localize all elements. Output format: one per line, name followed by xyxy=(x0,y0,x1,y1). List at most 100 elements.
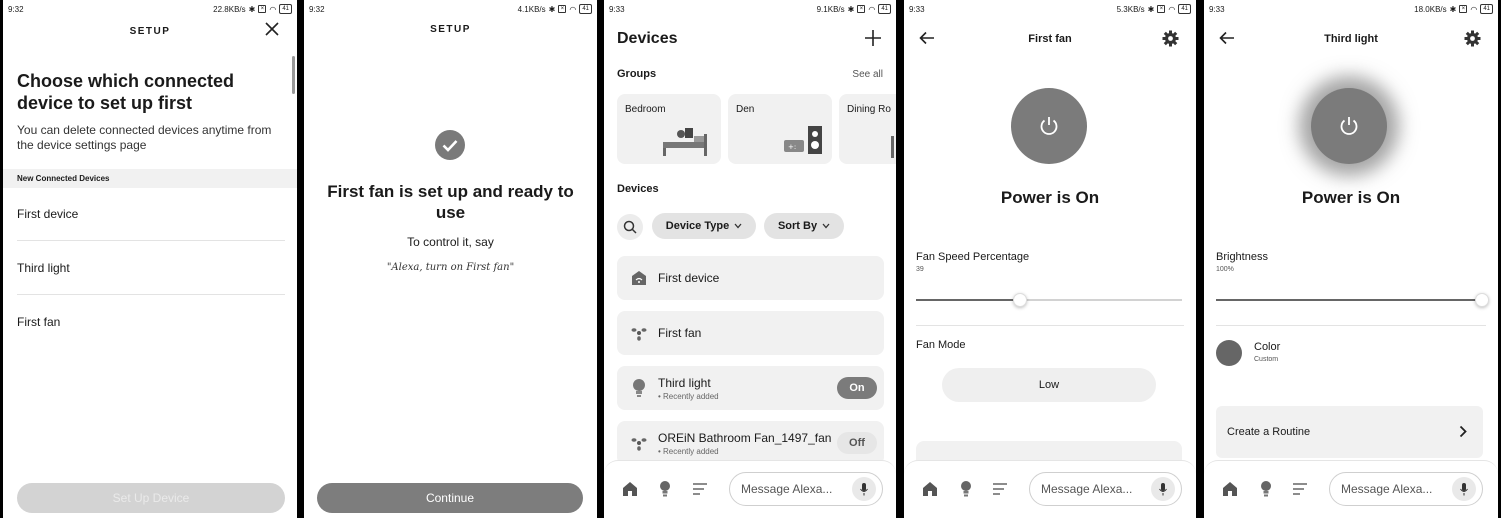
devices-bulb-icon[interactable] xyxy=(960,480,972,503)
group-label: Den xyxy=(736,104,755,115)
power-button[interactable] xyxy=(1011,88,1087,164)
sim-icon: × xyxy=(1157,5,1166,13)
wifi-icon: ◠ xyxy=(269,4,277,14)
power-status: Power is On xyxy=(1000,188,1100,207)
device-off-toggle[interactable]: Off xyxy=(837,432,877,454)
fan-speed-label: Fan Speed Percentage xyxy=(916,251,1030,263)
create-routine-label: Create a Routine xyxy=(1227,426,1311,438)
microphone-icon[interactable] xyxy=(852,477,876,501)
power-button[interactable] xyxy=(1311,88,1387,164)
battery-icon: 41 xyxy=(579,4,592,14)
device-on-toggle[interactable]: On xyxy=(837,377,877,399)
setup-choose-device-screen: 9:32 22.8KB/s ✱ × ◠ 41 SETUP Choose whic… xyxy=(3,0,297,518)
home-icon[interactable] xyxy=(922,481,938,502)
device-row-third-light[interactable]: Third light • Recently added On xyxy=(617,366,884,410)
device-option-first-device[interactable]: First device xyxy=(17,207,78,221)
scrollbar[interactable] xyxy=(292,56,295,94)
alexa-bottom-bar: Message Alexa... xyxy=(1204,460,1498,518)
wifi-icon: ◠ xyxy=(868,4,876,14)
microphone-icon[interactable] xyxy=(1452,477,1476,501)
chevron-down-icon xyxy=(734,223,742,229)
wifi-icon: ◠ xyxy=(1168,4,1176,14)
color-label[interactable]: Color xyxy=(1254,341,1280,353)
message-alexa-input[interactable]: Message Alexa... xyxy=(729,472,883,506)
first-fan-detail-screen: 9:33 5.3KB/s ✱ × ◠ 41 First fan Power is… xyxy=(904,0,1196,518)
setup-complete-screen: 9:32 4.1KB/s ✱ × ◠ 41 SETUP First fan is… xyxy=(304,0,597,518)
network-speed: 18.0KB/s xyxy=(1414,4,1447,14)
brightness-label: Brightness xyxy=(1216,251,1268,263)
device-row-first-fan[interactable]: First fan xyxy=(617,311,884,355)
device-name: First fan xyxy=(658,326,702,340)
device-status: • Recently added xyxy=(658,392,719,401)
message-alexa-input[interactable]: Message Alexa... xyxy=(1329,472,1483,506)
add-icon[interactable] xyxy=(864,29,882,52)
menu-icon[interactable] xyxy=(992,482,1008,500)
group-label: Dining Ro xyxy=(847,104,891,115)
microphone-icon[interactable] xyxy=(1151,477,1175,501)
close-icon[interactable] xyxy=(263,20,281,43)
chevron-right-icon xyxy=(1459,425,1467,443)
svg-text:+:: +: xyxy=(788,143,796,151)
set-up-device-button[interactable]: Set Up Device xyxy=(17,483,285,513)
page-title: Third light xyxy=(1324,33,1378,45)
devices-bulb-icon[interactable] xyxy=(659,480,671,503)
status-time: 9:32 xyxy=(8,4,24,14)
color-swatch[interactable] xyxy=(1216,340,1242,366)
power-icon xyxy=(1040,117,1058,135)
device-type-filter[interactable]: Device Type xyxy=(652,213,756,239)
menu-icon[interactable] xyxy=(1292,482,1308,500)
gear-icon[interactable] xyxy=(1464,30,1481,52)
gear-icon[interactable] xyxy=(1162,30,1179,52)
home-icon[interactable] xyxy=(622,481,638,502)
wifi-icon: ◠ xyxy=(1470,4,1478,14)
sim-icon: × xyxy=(558,5,567,13)
setup-header: SETUP xyxy=(129,26,171,37)
fan-mode-selector[interactable]: Low xyxy=(942,368,1156,402)
message-placeholder: Message Alexa... xyxy=(1041,482,1133,496)
bluetooth-icon: ✱ xyxy=(847,4,855,14)
section-label: New Connected Devices xyxy=(17,174,110,183)
alexa-bottom-bar: Message Alexa... xyxy=(604,460,896,518)
status-bar: 9:33 9.1KB/s ✱ × ◠ 41 xyxy=(604,0,896,18)
smart-home-icon xyxy=(631,270,647,291)
battery-icon: 41 xyxy=(279,4,292,14)
brightness-slider[interactable] xyxy=(1475,293,1489,307)
bluetooth-icon: ✱ xyxy=(1449,4,1457,14)
status-time: 9:33 xyxy=(1209,4,1225,14)
battery-icon: 41 xyxy=(1178,4,1191,14)
status-time: 9:32 xyxy=(309,4,325,14)
group-card-dining-room[interactable]: Dining Ro xyxy=(839,94,896,164)
group-card-den[interactable]: Den +: xyxy=(728,94,832,164)
filter-label: Sort By xyxy=(777,220,818,232)
device-name: OREiN Bathroom Fan_1497_fan xyxy=(658,431,832,445)
message-alexa-input[interactable]: Message Alexa... xyxy=(1029,472,1182,506)
network-speed: 5.3KB/s xyxy=(1116,4,1145,14)
device-option-third-light[interactable]: Third light xyxy=(17,261,70,275)
check-circle-icon xyxy=(435,130,465,165)
search-icon[interactable] xyxy=(617,214,643,240)
create-routine-row[interactable]: Create a Routine xyxy=(1216,406,1483,458)
groups-label: Groups xyxy=(617,68,657,80)
menu-icon[interactable] xyxy=(692,482,708,500)
device-row-orein-bathroom-fan[interactable]: OREiN Bathroom Fan_1497_fan • Recently a… xyxy=(617,421,884,465)
see-all-link[interactable]: See all xyxy=(852,69,883,80)
brightness-value: 100% xyxy=(1216,266,1234,273)
home-icon[interactable] xyxy=(1222,481,1238,502)
device-option-first-fan[interactable]: First fan xyxy=(17,315,60,329)
page-title: Choose which connected device to set up … xyxy=(17,71,235,113)
instruction-text: To control it, say xyxy=(407,235,494,249)
status-bar: 9:33 18.0KB/s ✱ × ◠ 41 xyxy=(1204,0,1498,18)
bluetooth-icon: ✱ xyxy=(248,4,256,14)
network-speed: 22.8KB/s xyxy=(213,4,246,14)
setup-header: SETUP xyxy=(430,24,471,35)
network-speed: 9.1KB/s xyxy=(816,4,845,14)
status-time: 9:33 xyxy=(909,4,925,14)
power-status: Power is On xyxy=(1301,188,1401,207)
group-card-bedroom[interactable]: Bedroom xyxy=(617,94,721,164)
page-title: First fan xyxy=(1028,33,1072,45)
sort-by-filter[interactable]: Sort By xyxy=(764,213,844,239)
fan-speed-slider[interactable] xyxy=(1013,293,1027,307)
devices-bulb-icon[interactable] xyxy=(1260,480,1272,503)
device-row-first-device[interactable]: First device xyxy=(617,256,884,300)
continue-button[interactable]: Continue xyxy=(317,483,583,513)
